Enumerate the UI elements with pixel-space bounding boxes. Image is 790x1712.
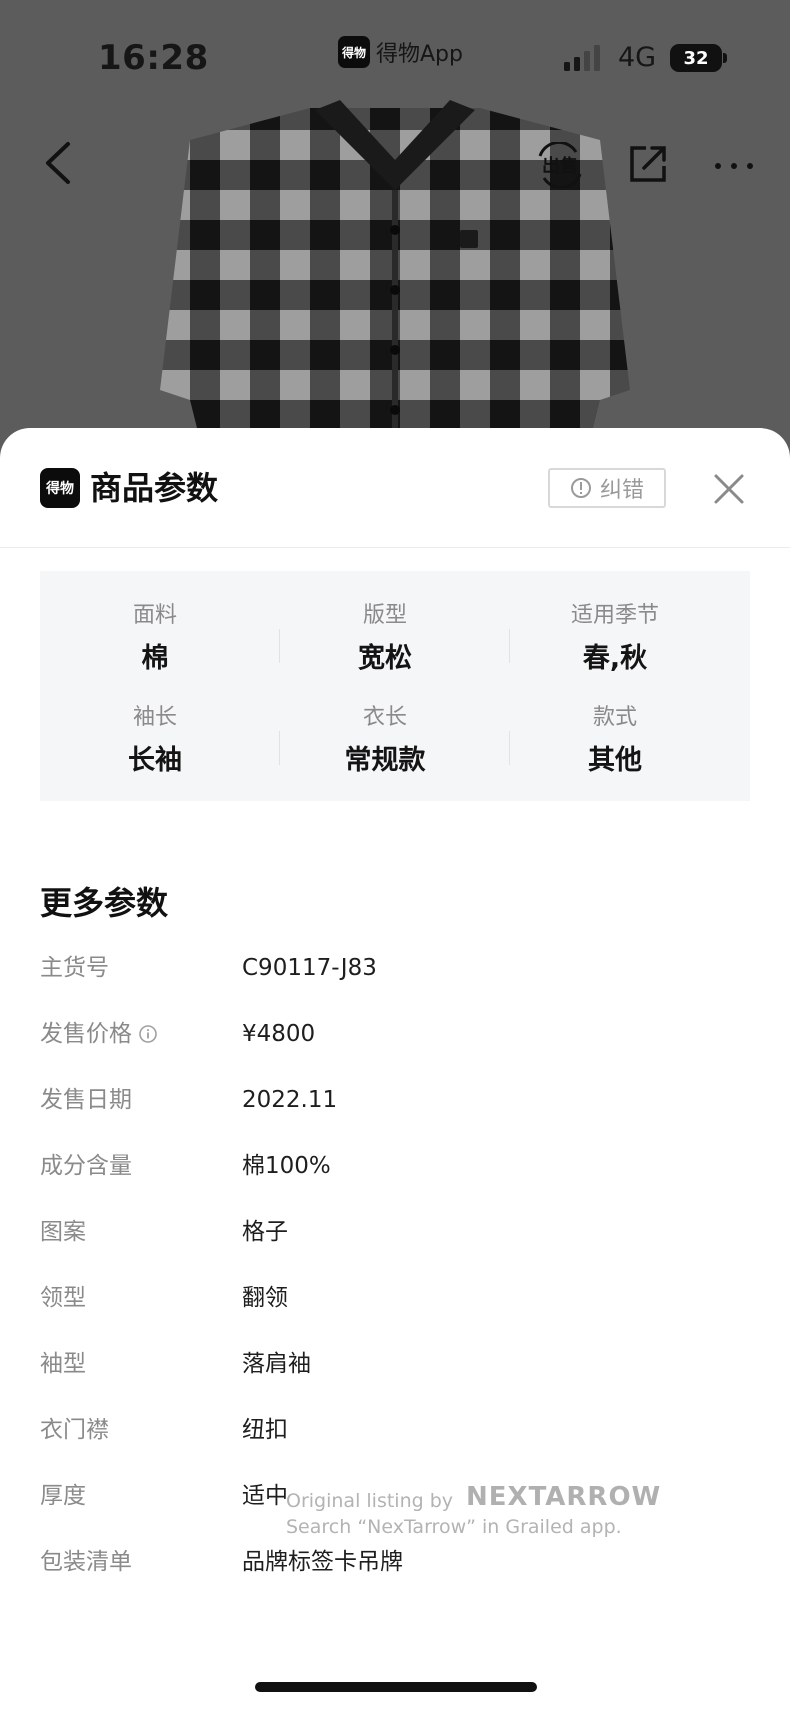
spec-row: 衣门襟 纽扣: [40, 1412, 750, 1452]
column-divider: [509, 629, 510, 663]
sheet-header: 得物 商品参数 纠错: [0, 428, 790, 548]
network-type: 4G: [618, 42, 657, 73]
battery-icon: 32: [670, 44, 728, 72]
spec-value: C90117-J83: [242, 955, 377, 981]
sell-button[interactable]: 出售: [536, 142, 584, 188]
alert-circle-icon: [570, 478, 591, 498]
share-icon[interactable]: [626, 142, 670, 186]
spec-row: 主货号 C90117-J83: [40, 950, 750, 990]
param-cell: 版型 宽松: [270, 601, 500, 679]
param-value: 棉: [141, 643, 169, 674]
more-params-title: 更多参数: [40, 884, 169, 922]
spec-row: 袖型 落肩袖: [40, 1346, 750, 1386]
param-cell: 袖长 长袖: [40, 703, 270, 781]
param-value: 长袖: [128, 745, 182, 776]
spec-label: 袖型: [40, 1351, 86, 1377]
column-divider: [509, 731, 510, 765]
spec-value: 2022.11: [242, 1087, 338, 1113]
more-dots-icon[interactable]: [712, 146, 756, 186]
status-time: 16:28: [98, 38, 209, 78]
watermark-brand-logo: NEXTARROW: [466, 1482, 662, 1512]
spec-row: 发售价格 ¥4800: [40, 1016, 750, 1056]
spec-value: 翻领: [242, 1285, 288, 1311]
report-error-button[interactable]: 纠错: [548, 468, 666, 508]
report-error-label: 纠错: [599, 478, 644, 503]
spec-label: 成分含量: [40, 1153, 132, 1179]
param-label: 款式: [592, 705, 637, 730]
spec-label: 发售日期: [40, 1087, 132, 1113]
brand-logo-icon: 得物: [40, 468, 80, 508]
spec-label-with-info: 发售价格: [40, 1016, 158, 1052]
spec-row: 包装清单 品牌标签卡吊牌: [40, 1544, 750, 1584]
param-label: 版型: [362, 603, 407, 628]
spec-label: 领型: [40, 1285, 86, 1311]
close-icon[interactable]: [712, 472, 746, 506]
param-cell: 款式 其他: [500, 703, 730, 781]
product-image-area: 16:28 得物 得物App 4G 32 出售: [0, 0, 790, 470]
spec-row: 发售日期 2022.11: [40, 1082, 750, 1122]
spec-row: 图案 格子: [40, 1214, 750, 1254]
param-cell: 面料 棉: [40, 601, 270, 679]
sheet-title: 商品参数: [90, 469, 219, 507]
param-label: 适用季节: [570, 603, 659, 628]
param-label: 面料: [132, 603, 177, 628]
param-cell: 适用季节 春,秋: [500, 601, 730, 679]
status-bar: 16:28 得物 得物App 4G 32: [0, 0, 790, 110]
spec-row: 成分含量 棉100%: [40, 1148, 750, 1188]
app-name: 得物App: [376, 42, 463, 67]
param-value: 其他: [588, 745, 642, 776]
spec-value: 纽扣: [242, 1417, 288, 1443]
spec-label: 厚度: [40, 1483, 86, 1509]
param-value: 宽松: [358, 643, 412, 674]
app-badge: 得物 得物App: [338, 36, 463, 68]
param-value: 常规款: [344, 745, 426, 776]
spec-value: 适中: [242, 1483, 288, 1509]
spec-label: 包装清单: [40, 1549, 132, 1575]
battery-level: 32: [670, 44, 722, 72]
spec-label-text: 发售价格: [40, 1021, 132, 1047]
product-params-sheet: 得物 商品参数 纠错 面料 棉 版型 宽松 适用季节 春,秋 袖长 长袖 衣长 …: [0, 428, 790, 1712]
app-logo-icon: 得物: [338, 36, 370, 68]
param-value: 春,秋: [582, 643, 648, 674]
column-divider: [279, 731, 280, 765]
watermark-line2: Search “NexTarrow” in Grailed app.: [286, 1516, 622, 1538]
column-divider: [279, 629, 280, 663]
spec-value: 棉100%: [242, 1153, 331, 1179]
spec-label: 衣门襟: [40, 1417, 109, 1443]
home-indicator[interactable]: [255, 1682, 537, 1692]
param-label: 袖长: [132, 705, 177, 730]
sell-label: 出售: [542, 155, 578, 177]
info-icon[interactable]: [138, 1024, 158, 1044]
spec-label: 主货号: [40, 955, 109, 981]
spec-value: ¥4800: [242, 1021, 316, 1047]
spec-value: 品牌标签卡吊牌: [242, 1549, 403, 1575]
param-label: 衣长: [362, 705, 407, 730]
spec-value: 落肩袖: [242, 1351, 311, 1377]
key-params-card: 面料 棉 版型 宽松 适用季节 春,秋 袖长 长袖 衣长 常规款 款式 其他: [40, 571, 750, 801]
spec-label: 图案: [40, 1219, 86, 1245]
param-cell: 衣长 常规款: [270, 703, 500, 781]
spec-value: 格子: [242, 1219, 288, 1245]
spec-row: 领型 翻领: [40, 1280, 750, 1320]
watermark: Original listing by NEXTARROW Search “Ne…: [286, 1482, 660, 1540]
battery-cap: [723, 53, 727, 63]
chevron-left-icon[interactable]: [38, 138, 78, 188]
signal-icon: [564, 45, 600, 71]
